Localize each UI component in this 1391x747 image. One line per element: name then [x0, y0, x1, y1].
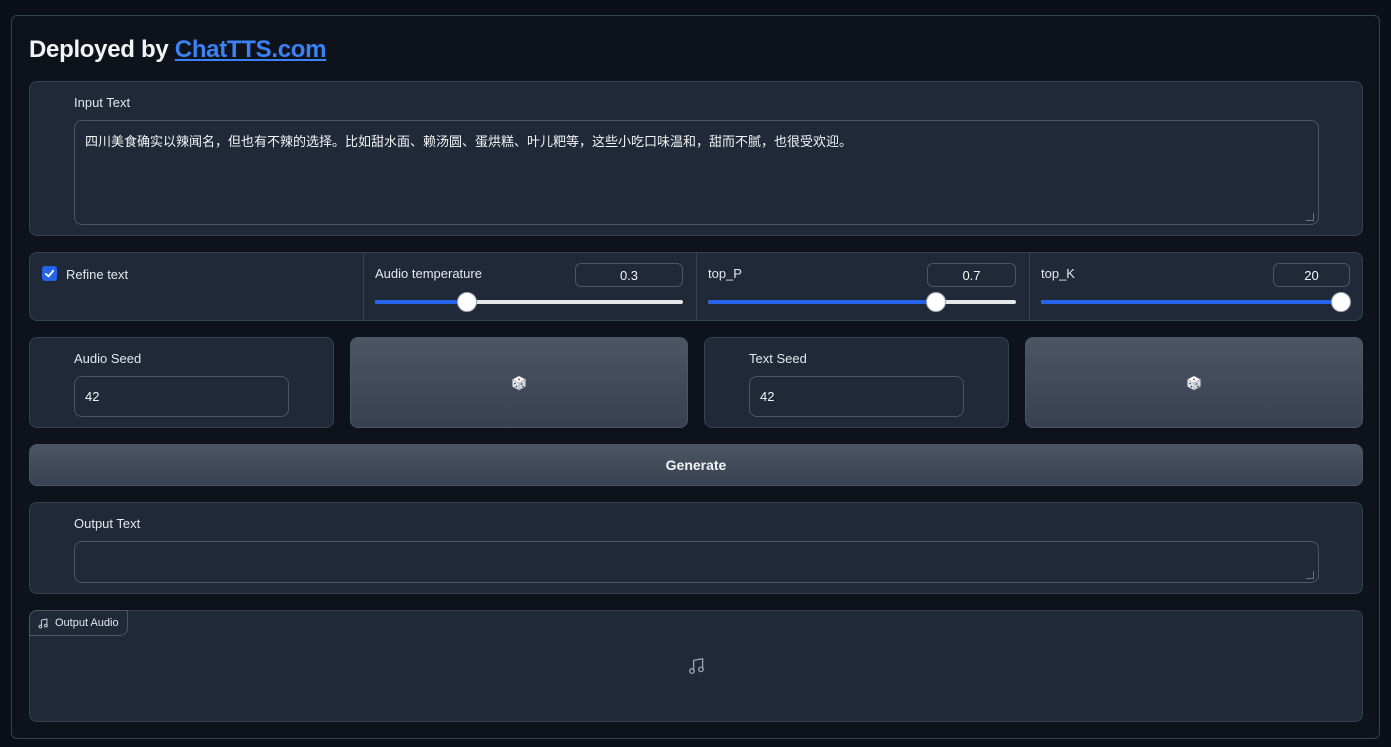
top-p-slider[interactable] — [708, 292, 1016, 312]
top-p-label: top_P — [708, 266, 742, 281]
slider-thumb[interactable] — [1331, 292, 1351, 312]
divider — [1029, 253, 1030, 320]
text-seed-dice-button[interactable] — [1025, 337, 1363, 428]
checkmark-icon — [44, 269, 55, 278]
slider-thumb[interactable] — [925, 292, 946, 312]
input-text-area[interactable]: 四川美食确实以辣闻名，但也有不辣的选择。比如甜水面、赖汤圆、蛋烘糕、叶儿粑等，这… — [74, 120, 1319, 225]
top-k-input[interactable]: 20 — [1273, 263, 1350, 287]
title-prefix: Deployed by — [29, 36, 175, 63]
page-title: Deployed by ChatTTS.com — [29, 36, 326, 64]
output-audio-label: Output Audio — [55, 617, 119, 629]
output-resize-handle[interactable] — [1306, 571, 1314, 579]
output-text-label: Output Text — [74, 516, 141, 531]
top-k-label: top_K — [1041, 266, 1075, 281]
output-audio-panel: Output Audio — [29, 610, 1363, 722]
music-note-icon — [38, 618, 48, 628]
text-seed-panel: Text Seed 42 — [704, 337, 1009, 428]
output-audio-tag: Output Audio — [29, 610, 128, 636]
audio-temperature-slider[interactable] — [375, 292, 683, 312]
app-container: Deployed by ChatTTS.com Input Text 四川美食确… — [11, 15, 1380, 739]
audio-seed-dice-button[interactable] — [350, 337, 688, 428]
slider-fill — [708, 300, 936, 304]
input-text-panel: Input Text 四川美食确实以辣闻名，但也有不辣的选择。比如甜水面、赖汤圆… — [29, 81, 1363, 236]
audio-seed-label: Audio Seed — [74, 351, 142, 366]
text-seed-input[interactable]: 42 — [749, 376, 964, 417]
dice-icon — [511, 375, 527, 391]
slider-thumb[interactable] — [457, 292, 478, 312]
dice-icon — [1186, 375, 1202, 391]
top-p-input[interactable]: 0.7 — [927, 263, 1016, 287]
input-resize-handle[interactable] — [1306, 213, 1314, 221]
audio-temperature-label: Audio temperature — [375, 266, 482, 281]
slider-fill — [1041, 300, 1341, 304]
generate-button[interactable]: Generate — [29, 444, 1363, 486]
audio-seed-input[interactable]: 42 — [74, 376, 289, 417]
top-k-slider[interactable] — [1041, 292, 1351, 312]
refine-text-checkbox[interactable] — [42, 266, 57, 281]
refine-text-label: Refine text — [66, 267, 129, 282]
divider — [363, 253, 364, 320]
audio-temperature-input[interactable]: 0.3 — [575, 263, 683, 287]
input-text-label: Input Text — [74, 95, 131, 110]
divider — [696, 253, 697, 320]
slider-fill — [375, 300, 468, 304]
audio-seed-panel: Audio Seed 42 — [29, 337, 334, 428]
controls-panel: Refine text Audio temperature 0.3 top_P … — [29, 252, 1363, 321]
output-text-panel: Output Text — [29, 502, 1363, 594]
output-text-area[interactable] — [74, 541, 1319, 583]
chattts-link[interactable]: ChatTTS.com — [175, 36, 327, 63]
music-note-icon — [689, 658, 704, 674]
text-seed-label: Text Seed — [749, 351, 807, 366]
